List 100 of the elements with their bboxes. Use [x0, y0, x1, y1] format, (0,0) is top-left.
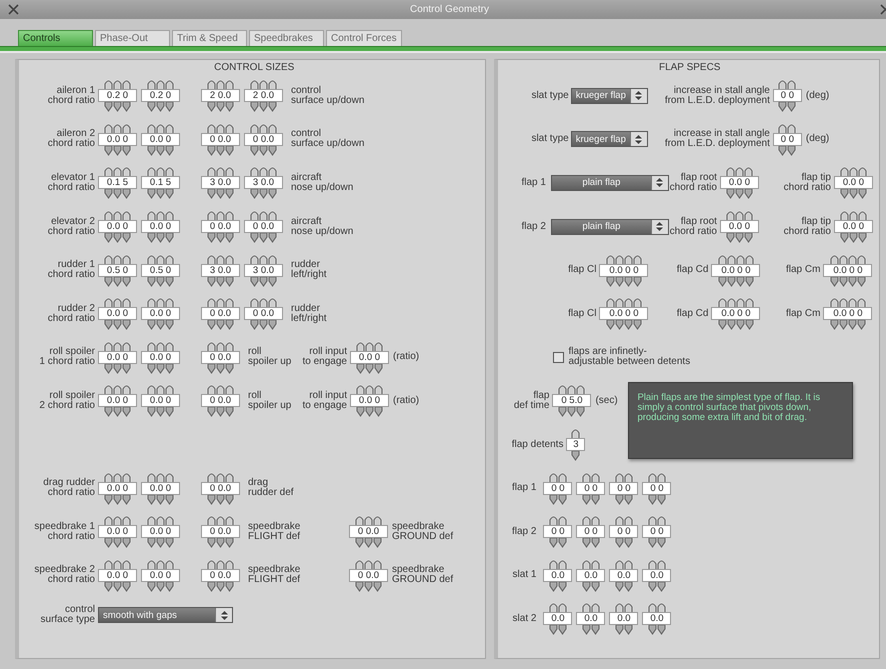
down-arrows-icon[interactable]: [250, 276, 277, 287]
number-field[interactable]: 2 0.0: [201, 89, 240, 102]
number-field[interactable]: 3 0.0: [244, 264, 283, 277]
number-field[interactable]: 0 0.0: [349, 525, 388, 538]
up-arrows-icon[interactable]: [614, 558, 633, 569]
up-arrows-icon[interactable]: [356, 384, 383, 394]
down-arrows-icon[interactable]: [648, 494, 666, 505]
down-arrows-icon[interactable]: [207, 320, 234, 330]
down-arrows-icon[interactable]: [830, 320, 866, 330]
number-field[interactable]: 0.1 5: [141, 176, 180, 190]
down-arrows-icon[interactable]: [207, 276, 234, 287]
down-arrows-icon[interactable]: [147, 407, 174, 418]
down-arrows-icon[interactable]: [147, 364, 174, 374]
number-field[interactable]: 0 0.0: [244, 220, 283, 234]
checkbox[interactable]: [553, 352, 564, 363]
down-arrows-icon[interactable]: [582, 625, 600, 636]
number-field[interactable]: 0 0.0: [201, 568, 240, 582]
down-arrows-icon[interactable]: [104, 233, 131, 244]
number-field[interactable]: 2 0.0: [244, 89, 283, 102]
number-field[interactable]: 0.2 0: [141, 89, 180, 102]
down-arrows-icon[interactable]: [207, 407, 234, 418]
up-arrows-icon[interactable]: [571, 428, 580, 438]
number-field[interactable]: 0.0 0: [720, 220, 759, 234]
up-arrows-icon[interactable]: [207, 558, 234, 569]
number-field[interactable]: 0.0 0: [141, 568, 180, 582]
number-field[interactable]: 0.0: [609, 568, 638, 582]
number-field[interactable]: 0 0.0: [349, 568, 388, 582]
number-field[interactable]: 0 5.0: [552, 394, 592, 408]
down-arrows-icon[interactable]: [355, 538, 382, 548]
up-arrows-icon[interactable]: [147, 472, 174, 482]
up-arrows-icon[interactable]: [104, 515, 131, 526]
up-arrows-icon[interactable]: [548, 515, 567, 526]
up-arrows-icon[interactable]: [250, 122, 277, 133]
down-arrows-icon[interactable]: [104, 407, 131, 418]
number-field[interactable]: 0.0 0: [720, 176, 759, 190]
down-arrows-icon[interactable]: [104, 146, 131, 156]
up-arrows-icon[interactable]: [840, 210, 867, 220]
up-arrows-icon[interactable]: [207, 122, 234, 133]
down-arrows-icon[interactable]: [250, 146, 277, 156]
down-arrows-icon[interactable]: [147, 276, 174, 287]
down-arrows-icon[interactable]: [830, 276, 866, 287]
up-arrows-icon[interactable]: [250, 166, 277, 176]
number-field[interactable]: 0 0.0: [201, 482, 240, 495]
up-arrows-icon[interactable]: [648, 472, 666, 482]
up-arrows-icon[interactable]: [548, 472, 567, 482]
up-arrows-icon[interactable]: [147, 515, 174, 526]
up-arrows-icon[interactable]: [606, 297, 642, 308]
down-arrows-icon[interactable]: [104, 320, 131, 330]
number-field[interactable]: 0.0 0: [350, 394, 389, 408]
up-arrows-icon[interactable]: [648, 558, 666, 569]
number-field[interactable]: 0.0 0: [98, 350, 137, 364]
up-arrows-icon[interactable]: [582, 472, 600, 482]
down-arrows-icon[interactable]: [147, 582, 174, 592]
up-arrows-icon[interactable]: [548, 602, 567, 612]
up-arrows-icon[interactable]: [207, 472, 234, 482]
up-arrows-icon[interactable]: [104, 210, 131, 220]
down-arrows-icon[interactable]: [548, 625, 567, 636]
up-arrows-icon[interactable]: [726, 166, 753, 176]
tab[interactable]: Speedbrakes: [249, 30, 324, 46]
down-arrows-icon[interactable]: [606, 320, 642, 330]
slat-type-dropdown[interactable]: krueger flap: [570, 131, 648, 148]
up-arrows-icon[interactable]: [648, 602, 666, 612]
number-field[interactable]: 0 0: [543, 482, 572, 495]
number-field[interactable]: 0 0: [609, 525, 638, 538]
down-arrows-icon[interactable]: [207, 146, 234, 156]
number-field[interactable]: 0.1 5: [98, 176, 137, 190]
number-field[interactable]: 0 0: [642, 525, 672, 538]
number-field[interactable]: 0 0: [642, 482, 672, 495]
up-arrows-icon[interactable]: [147, 254, 174, 264]
down-arrows-icon[interactable]: [840, 189, 867, 200]
up-arrows-icon[interactable]: [104, 254, 131, 264]
down-arrows-icon[interactable]: [355, 582, 382, 592]
down-arrows-icon[interactable]: [207, 582, 234, 592]
down-arrows-icon[interactable]: [250, 233, 277, 244]
up-arrows-icon[interactable]: [147, 558, 174, 569]
number-field[interactable]: 0 0: [576, 482, 606, 495]
down-arrows-icon[interactable]: [207, 102, 234, 112]
down-arrows-icon[interactable]: [147, 494, 174, 505]
up-arrows-icon[interactable]: [207, 340, 234, 351]
down-arrows-icon[interactable]: [250, 189, 277, 200]
up-arrows-icon[interactable]: [830, 254, 866, 264]
up-arrows-icon[interactable]: [830, 297, 866, 308]
down-arrows-icon[interactable]: [571, 451, 580, 462]
number-field[interactable]: 0 0.0: [201, 350, 240, 364]
up-arrows-icon[interactable]: [104, 558, 131, 569]
up-arrows-icon[interactable]: [614, 515, 633, 526]
number-field[interactable]: 0.0: [642, 612, 672, 626]
down-arrows-icon[interactable]: [614, 538, 633, 548]
number-field[interactable]: 0.0 0 0: [823, 307, 872, 320]
number-field[interactable]: 0 0.0: [201, 220, 240, 234]
up-arrows-icon[interactable]: [207, 166, 234, 176]
number-field[interactable]: 0.0: [543, 568, 572, 582]
up-arrows-icon[interactable]: [718, 297, 754, 308]
down-arrows-icon[interactable]: [718, 320, 754, 330]
tab[interactable]: Control Forces: [326, 30, 402, 46]
up-arrows-icon[interactable]: [778, 122, 796, 133]
number-field[interactable]: 0.0 0: [141, 350, 180, 364]
up-arrows-icon[interactable]: [147, 166, 174, 176]
up-arrows-icon[interactable]: [548, 558, 567, 569]
number-field[interactable]: 0.0 0: [350, 350, 389, 364]
